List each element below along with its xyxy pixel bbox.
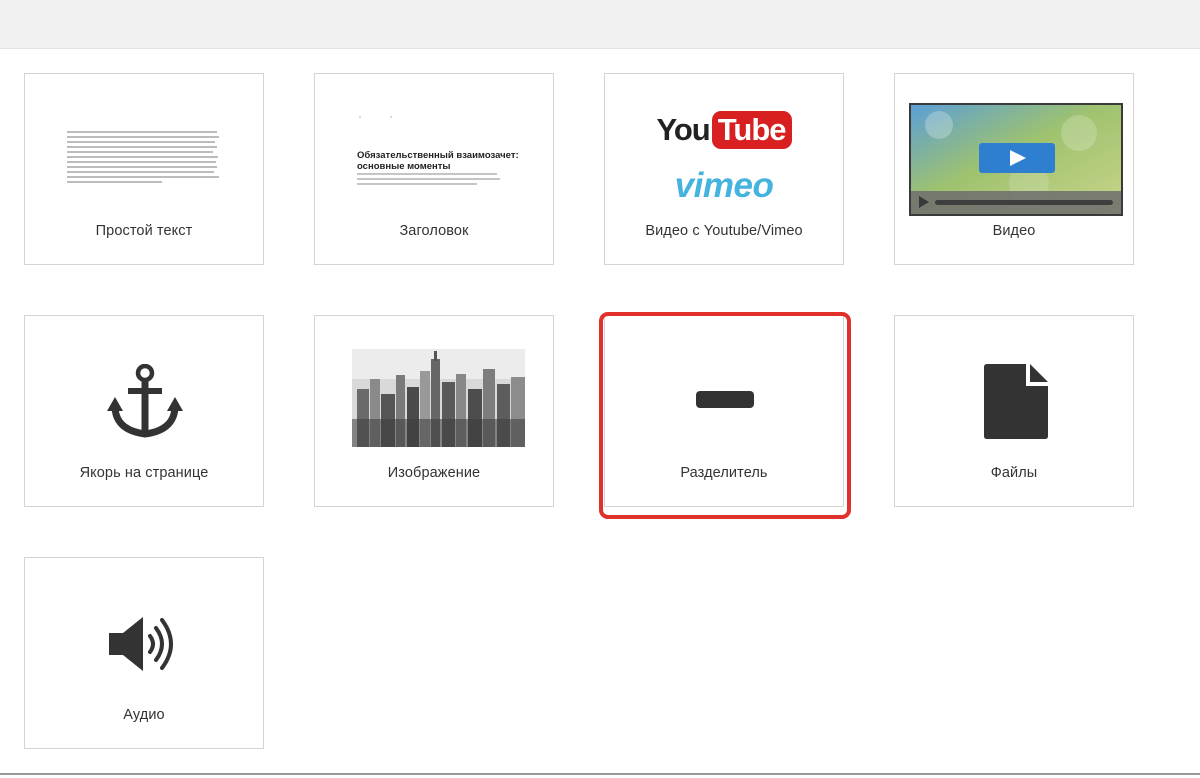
youtube-logo: You Tube	[605, 111, 843, 149]
tile-label: Аудио	[123, 707, 165, 723]
tile-image[interactable]: Изображение	[314, 315, 554, 507]
tile-divider[interactable]: Разделитель	[604, 315, 844, 507]
speaker-icon	[109, 617, 173, 671]
tile-label: Видео	[992, 223, 1036, 239]
vimeo-logo: vimeo	[674, 166, 774, 205]
video-player-thumbnail	[909, 103, 1123, 216]
tile-label: Заголовок	[399, 223, 469, 239]
divider-icon	[696, 391, 754, 408]
text-preview-thumbnail	[67, 131, 222, 186]
heading-preview-lines	[357, 173, 502, 188]
tile-label: Файлы	[990, 465, 1038, 481]
tile-audio[interactable]: Аудио	[24, 557, 264, 749]
tile-label: Простой текст	[95, 223, 193, 239]
tile-label: Разделитель	[680, 465, 768, 481]
bottom-divider	[0, 773, 1200, 775]
tile-label: Якорь на странице	[79, 465, 209, 481]
heading-preview-dots	[357, 114, 397, 122]
city-image-thumbnail	[352, 349, 525, 447]
top-bar	[0, 0, 1200, 49]
heading-preview-title: Обязательственный взаимозачет: основные …	[357, 150, 519, 172]
tile-label: Видео с Youtube/Vimeo	[645, 223, 803, 239]
tile-plain-text[interactable]: Простой текст	[24, 73, 264, 265]
tile-page-anchor[interactable]: Якорь на странице	[24, 315, 264, 507]
anchor-icon	[107, 364, 183, 438]
tile-youtube-vimeo[interactable]: You Tube vimeo Видео с Youtube/Vimeo	[604, 73, 844, 265]
file-icon	[984, 364, 1048, 439]
tile-files[interactable]: Файлы	[894, 315, 1134, 507]
tile-label: Изображение	[387, 465, 481, 481]
tile-video[interactable]: Видео	[894, 73, 1134, 265]
tile-heading[interactable]: Обязательственный взаимозачет: основные …	[314, 73, 554, 265]
